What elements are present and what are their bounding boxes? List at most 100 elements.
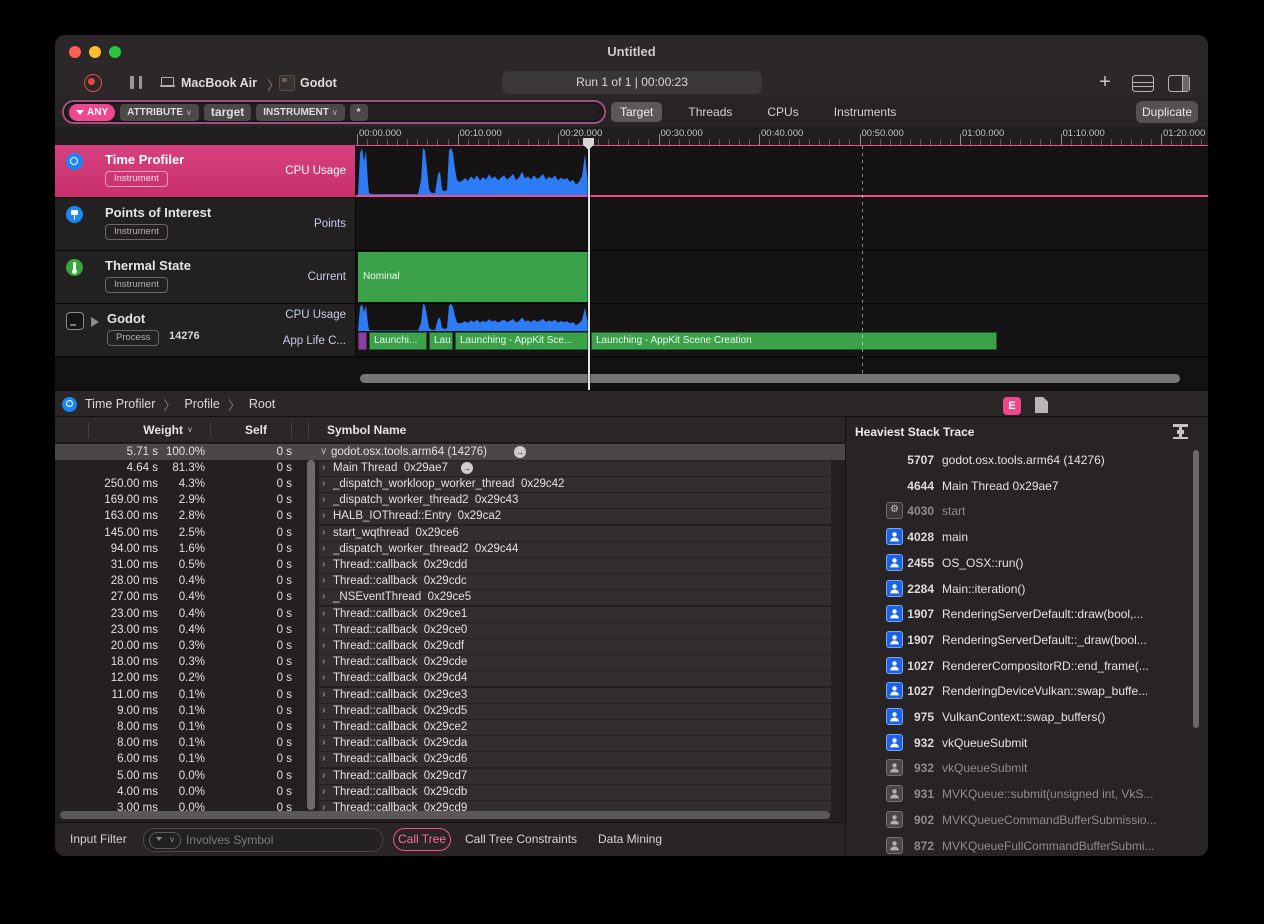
life-segment[interactable]: Lau... <box>429 332 453 350</box>
chevron-collapsed-icon[interactable]: › <box>322 737 325 748</box>
toggle-right-pane-button[interactable] <box>1168 75 1190 92</box>
points-of-interest-lane[interactable] <box>355 198 1208 250</box>
column-header-symbol-name[interactable]: Symbol Name <box>327 423 406 437</box>
godot-process-lane[interactable]: Launchi...Lau...Launching - AppKit Sce..… <box>355 304 1208 356</box>
thermal-state-lane[interactable]: Nominal <box>355 251 1208 303</box>
call-tree-button[interactable]: Call Tree <box>393 828 451 851</box>
toggle-bottom-pane-button[interactable] <box>1132 75 1154 92</box>
collapse-stack-icon[interactable] <box>1173 424 1188 439</box>
tab-instruments[interactable]: Instruments <box>825 102 906 122</box>
focus-arrow-icon[interactable]: → <box>461 462 473 474</box>
table-row[interactable]: 5.00 ms0.0%0 s›Thread::callback 0x29cd7 <box>55 768 845 784</box>
tab-threads[interactable]: Threads <box>679 102 741 122</box>
table-row[interactable]: 23.00 ms0.4%0 s›Thread::callback 0x29ce0 <box>55 622 845 638</box>
breadcrumb-item[interactable]: Time Profiler <box>85 397 155 411</box>
table-row[interactable]: 9.00 ms0.1%0 s›Thread::callback 0x29cd5 <box>55 703 845 719</box>
chevron-collapsed-icon[interactable]: › <box>322 770 325 781</box>
chevron-collapsed-icon[interactable]: › <box>322 721 325 732</box>
chevron-collapsed-icon[interactable]: › <box>322 705 325 716</box>
stack-entry[interactable]: 902MVKQueueCommandBufferSubmissio... <box>846 809 1208 831</box>
track-header-thermal-state[interactable]: Thermal State Instrument Current <box>55 251 355 303</box>
playhead-line[interactable] <box>588 138 590 390</box>
table-row[interactable]: 250.00 ms4.3%0 s›_dispatch_workloop_work… <box>55 476 845 492</box>
filter-token-attribute[interactable]: ATTRIBUTE∨ <box>120 104 199 121</box>
life-segment[interactable]: Launching - AppKit Sce... <box>455 332 589 350</box>
chevron-collapsed-icon[interactable]: › <box>322 478 325 489</box>
target-app-name[interactable]: Godot <box>300 76 337 90</box>
thermal-state-block[interactable]: Nominal <box>358 252 589 302</box>
stack-entry[interactable]: 2284Main::iteration() <box>846 578 1208 600</box>
chevron-collapsed-icon[interactable]: › <box>322 543 325 554</box>
time-profiler-lane[interactable] <box>355 145 1208 197</box>
chevron-collapsed-icon[interactable]: › <box>322 559 325 570</box>
column-header-self[interactable]: Self <box>205 423 267 437</box>
stack-entry[interactable]: ⚙4030start <box>846 500 1208 522</box>
chevron-collapsed-icon[interactable]: › <box>322 494 325 505</box>
call-tree-constraints-button[interactable]: Call Tree Constraints <box>465 832 577 846</box>
data-mining-button[interactable]: Data Mining <box>598 832 662 846</box>
stack-entry[interactable]: 4644Main Thread 0x29ae7 <box>846 475 1208 497</box>
breadcrumb-item[interactable]: Profile <box>184 397 219 411</box>
filter-token-[interactable]: * <box>350 104 368 121</box>
table-row[interactable]: 12.00 ms0.2%0 s›Thread::callback 0x29cd4 <box>55 671 845 687</box>
stack-entry[interactable]: 1907RenderingServerDefault::_draw(bool..… <box>846 629 1208 651</box>
stack-entry[interactable]: 1027RenderingDeviceVulkan::swap_buffe... <box>846 680 1208 702</box>
filter-token-target[interactable]: target <box>204 104 251 121</box>
table-row[interactable]: 28.00 ms0.4%0 s›Thread::callback 0x29cdc <box>55 574 845 590</box>
stack-vertical-scrollbar[interactable] <box>1193 450 1199 728</box>
table-row[interactable]: 11.00 ms0.1%0 s›Thread::callback 0x29ce3 <box>55 687 845 703</box>
table-row[interactable]: 8.00 ms0.1%0 s›Thread::callback 0x29ce2 <box>55 719 845 735</box>
filter-token-any[interactable]: ANY <box>69 104 115 121</box>
stack-entry[interactable]: 932vkQueueSubmit <box>846 732 1208 754</box>
life-segment[interactable]: Launching - AppKit Scene Creation <box>591 332 997 350</box>
chevron-collapsed-icon[interactable]: › <box>322 802 325 811</box>
stack-entry[interactable]: 1027RendererCompositorRD::end_frame(... <box>846 655 1208 677</box>
chevron-collapsed-icon[interactable]: › <box>322 510 325 521</box>
chevron-collapsed-icon[interactable]: › <box>322 672 325 683</box>
table-row[interactable]: 94.00 ms1.6%0 s›_dispatch_worker_thread2… <box>55 541 845 557</box>
table-row[interactable]: 23.00 ms0.4%0 s›Thread::callback 0x29ce1 <box>55 606 845 622</box>
chevron-collapsed-icon[interactable]: › <box>322 786 325 797</box>
chevron-collapsed-icon[interactable]: › <box>322 527 325 538</box>
stack-entry[interactable]: 1907RenderingServerDefault::draw(bool,..… <box>846 603 1208 625</box>
table-row[interactable]: 169.00 ms2.9%0 s›_dispatch_worker_thread… <box>55 493 845 509</box>
timeline-ruler[interactable]: 00:00.00000:10.00000:20.00000:30.00000:4… <box>55 127 1208 146</box>
stack-entry[interactable]: 5707godot.osx.tools.arm64 (14276) <box>846 449 1208 471</box>
stack-entry[interactable]: 975VulkanContext::swap_buffers() <box>846 706 1208 728</box>
chevron-collapsed-icon[interactable]: › <box>322 656 325 667</box>
table-row[interactable]: 3.00 ms0.0%0 s›Thread::callback 0x29cd9 <box>55 800 845 811</box>
stack-entry[interactable]: 931MVKQueue::submit(unsigned int, VkS... <box>846 783 1208 805</box>
chevron-collapsed-icon[interactable]: › <box>322 575 325 586</box>
life-segment-purple[interactable] <box>358 332 367 350</box>
table-row[interactable]: 8.00 ms0.1%0 s›Thread::callback 0x29cda <box>55 736 845 752</box>
duplicate-button[interactable]: Duplicate <box>1136 101 1198 123</box>
record-button[interactable] <box>84 74 102 92</box>
filter-options-icon[interactable]: ∨ <box>149 832 181 849</box>
focus-arrow-icon[interactable]: → <box>514 446 526 458</box>
table-row[interactable]: 145.00 ms2.5%0 s›start_wqthread 0x29ce6 <box>55 525 845 541</box>
breadcrumb-item[interactable]: Root <box>249 397 275 411</box>
stack-entry[interactable]: 932vkQueueSubmit <box>846 757 1208 779</box>
chevron-collapsed-icon[interactable]: › <box>322 689 325 700</box>
pause-button[interactable] <box>130 76 142 89</box>
extended-detail-button[interactable]: E <box>1003 397 1021 415</box>
table-row[interactable]: 20.00 ms0.3%0 s›Thread::callback 0x29cdf <box>55 638 845 654</box>
add-instrument-button[interactable]: + <box>1093 71 1117 95</box>
filter-token-instrument[interactable]: INSTRUMENT∨ <box>256 104 344 121</box>
chevron-collapsed-icon[interactable]: › <box>322 640 325 651</box>
timeline-horizontal-scrollbar[interactable] <box>360 374 1180 383</box>
chevron-collapsed-icon[interactable]: › <box>322 624 325 635</box>
stack-entry[interactable]: 872MVKQueueFullCommandBufferSubmi... <box>846 835 1208 857</box>
track-filter-field[interactable]: ANY ATTRIBUTE∨ target INSTRUMENT∨ * <box>62 100 606 124</box>
chevron-collapsed-icon[interactable]: › <box>322 462 325 473</box>
tab-cpus[interactable]: CPUs <box>758 102 807 122</box>
stack-entry[interactable]: 2455OS_OSX::run() <box>846 552 1208 574</box>
table-row[interactable]: 31.00 ms0.5%0 s›Thread::callback 0x29cdd <box>55 557 845 573</box>
chevron-expanded-icon[interactable]: ∨ <box>320 446 327 457</box>
table-horizontal-scrollbar[interactable] <box>60 811 830 819</box>
table-row[interactable]: 27.00 ms0.4%0 s›_NSEventThread 0x29ce5 <box>55 590 845 606</box>
track-header-points-of-interest[interactable]: Points of Interest Instrument Points <box>55 198 355 250</box>
chevron-collapsed-icon[interactable]: › <box>322 608 325 619</box>
life-segment[interactable]: Launchi... <box>369 332 427 350</box>
table-row[interactable]: 4.00 ms0.0%0 s›Thread::callback 0x29cdb <box>55 784 845 800</box>
